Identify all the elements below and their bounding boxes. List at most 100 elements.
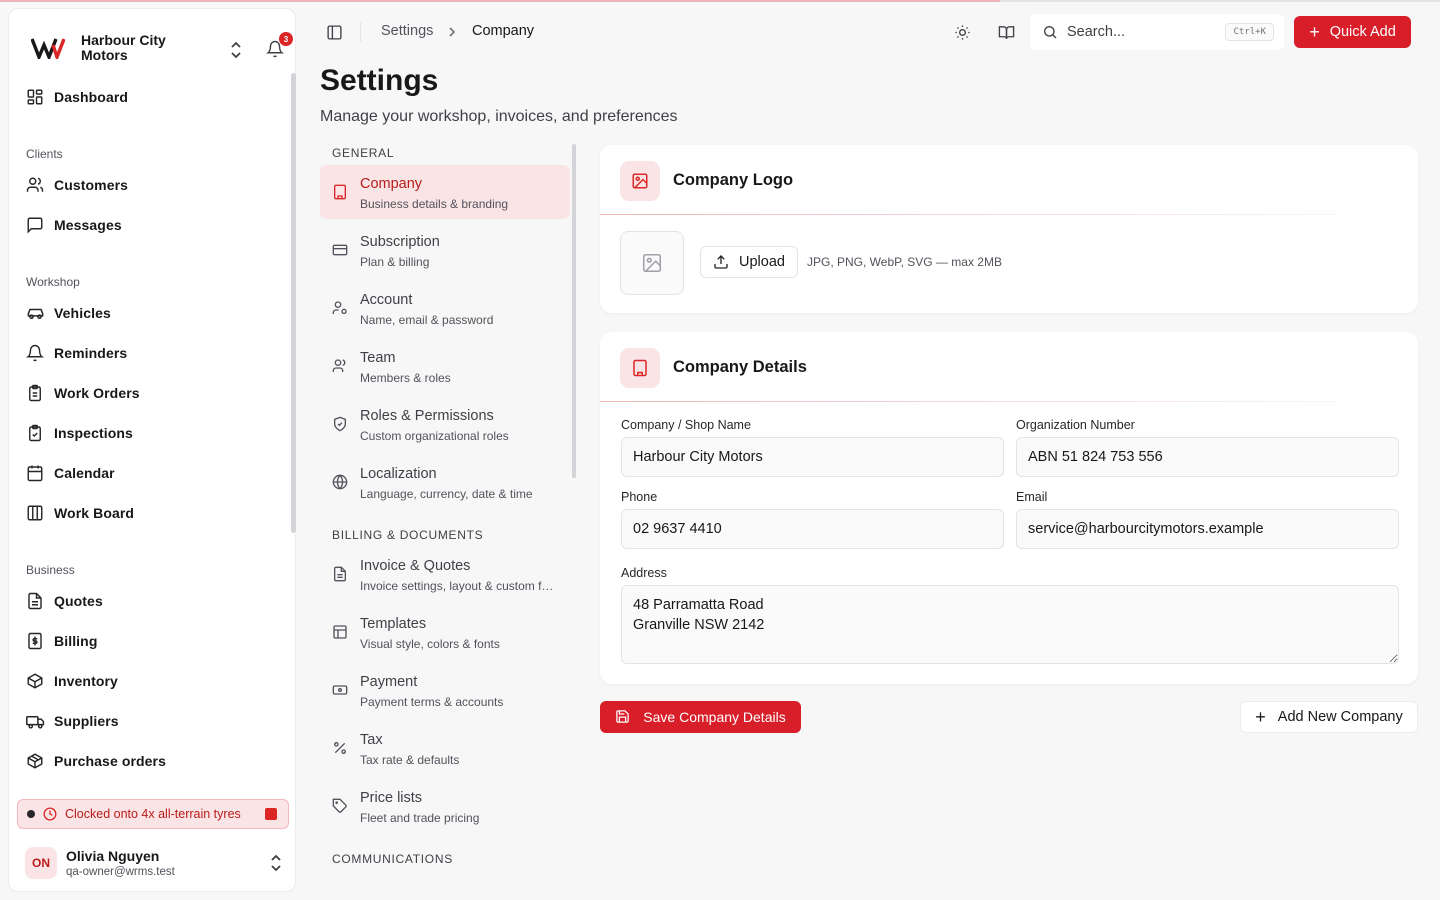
address-field[interactable]: 48 Parramatta Road Granville NSW 2142 (621, 585, 1399, 664)
status-dot (27, 810, 35, 818)
sidebar-item-quotes[interactable]: Quotes (25, 584, 287, 618)
sidebar-item-label: Billing (54, 633, 98, 649)
org-number-label: Organization Number (1016, 418, 1135, 432)
settings-nav-payment[interactable]: Payment Payment terms & accounts (320, 663, 570, 717)
chevrons-up-down-icon[interactable] (225, 39, 247, 61)
settings-nav-price-lists[interactable]: Price lists Fleet and trade pricing (320, 779, 570, 833)
settings-nav-team[interactable]: Team Members & roles (320, 339, 570, 393)
sidebar-toggle-icon[interactable] (324, 22, 344, 42)
search-input[interactable]: Search... Ctrl+K (1030, 14, 1284, 50)
settings-nav-roles-permissions[interactable]: Roles & Permissions Custom organizationa… (320, 397, 570, 451)
settings-group-heading: GENERAL (332, 146, 395, 160)
clock-icon (43, 807, 57, 821)
settings-nav-subtitle: Custom organizational roles (360, 429, 509, 443)
settings-nav-invoice-quotes[interactable]: Invoice & Quotes Invoice settings, layou… (320, 547, 570, 601)
settings-nav-subtitle: Business details & branding (360, 197, 509, 211)
image-icon (620, 161, 660, 201)
settings-nav-company[interactable]: Company Business details & branding (320, 165, 570, 219)
company-logo-card: Company Logo Upload JPG, PNG, WebP, SVG … (600, 145, 1418, 313)
quick-add-button[interactable]: + Quick Add (1294, 16, 1411, 48)
percent-icon (332, 740, 348, 756)
sidebar-item-billing[interactable]: Billing (25, 624, 287, 658)
breadcrumb-settings[interactable]: Settings (381, 23, 433, 39)
car-icon (25, 303, 45, 323)
settings-nav-title: Subscription (360, 234, 440, 250)
address-label: Address (621, 566, 667, 580)
avatar: ON (25, 847, 57, 879)
upload-label: Upload (739, 254, 785, 270)
banknote-icon (332, 682, 348, 698)
settings-group-heading: COMMUNICATIONS (332, 852, 453, 866)
settings-nav-subtitle: Members & roles (360, 371, 451, 385)
settings-nav-subtitle: Plan & billing (360, 255, 430, 269)
sidebar-item-purchase-orders[interactable]: Purchase orders (25, 744, 287, 778)
docs-book-icon[interactable] (996, 22, 1016, 42)
settings-nav-subtitle: Invoice settings, layout & custom fields (360, 579, 556, 593)
sidebar-item-label: Messages (54, 217, 122, 233)
sidebar-item-inventory[interactable]: Inventory (25, 664, 287, 698)
settings-nav-subtitle: Visual style, colors & fonts (360, 637, 500, 651)
search-icon (1042, 24, 1058, 40)
sidebar-item-work-orders[interactable]: Work Orders (25, 376, 287, 410)
company-name-field[interactable] (621, 437, 1004, 477)
settings-group-heading: BILLING & DOCUMENTS (332, 528, 484, 542)
settings-nav-subscription[interactable]: Subscription Plan & billing (320, 223, 570, 277)
save-label: Save Company Details (643, 709, 786, 725)
email-field[interactable] (1016, 509, 1399, 549)
plus-icon: + (1255, 707, 1266, 727)
brand-name: Harbour City Motors (81, 32, 166, 63)
sidebar-item-customers[interactable]: Customers (25, 168, 287, 202)
building-icon (620, 348, 660, 388)
settings-nav-tax[interactable]: Tax Tax rate & defaults (320, 721, 570, 775)
brand-switcher[interactable]: Harbour City Motors 3 (31, 25, 293, 71)
sidebar-item-label: Inventory (54, 673, 118, 689)
brand-logo-icon (31, 34, 67, 62)
settings-nav-title: Team (360, 350, 396, 366)
theme-toggle-sun-icon[interactable] (952, 22, 972, 42)
upload-button[interactable]: Upload (700, 246, 798, 278)
credit-card-icon (332, 242, 348, 258)
clipboard-icon (25, 383, 45, 403)
chevron-right-icon (447, 22, 461, 42)
email-label: Email (1016, 490, 1048, 504)
sidebar-section-business: Business (26, 563, 75, 577)
sidebar-item-reminders[interactable]: Reminders (25, 336, 287, 370)
clock-banner[interactable]: Clocked onto 4x all-terrain tyres (17, 799, 289, 829)
settings-nav-localization[interactable]: Localization Language, currency, date & … (320, 455, 570, 509)
sidebar-item-label: Work Board (54, 505, 135, 521)
globe-icon (332, 474, 348, 490)
sidebar-item-vehicles[interactable]: Vehicles (25, 296, 287, 330)
chevrons-up-down-icon[interactable] (265, 852, 287, 874)
sidebar-item-messages[interactable]: Messages (25, 208, 287, 242)
settings-nav-title: Roles & Permissions (360, 408, 494, 424)
sidebar-item-dashboard[interactable]: Dashboard (25, 80, 287, 114)
settings-nav-templates[interactable]: Templates Visual style, colors & fonts (320, 605, 570, 659)
company-details-card: Company Details Company / Shop Name Orga… (600, 332, 1418, 684)
sidebar-item-label: Work Orders (54, 385, 140, 401)
notification-badge: 3 (279, 32, 293, 46)
phone-field[interactable] (621, 509, 1004, 549)
user-email: qa-owner@wrms.test (66, 866, 175, 878)
sidebar-item-suppliers[interactable]: Suppliers (25, 704, 287, 738)
settings-nav-account[interactable]: Account Name, email & password (320, 281, 570, 335)
settings-nav-scrollbar[interactable] (572, 144, 576, 478)
stop-timer-button[interactable] (265, 808, 277, 820)
settings-nav-title: Localization (360, 466, 437, 482)
settings-nav-title: Company (360, 176, 423, 192)
sidebar-item-inspections[interactable]: Inspections (25, 416, 287, 450)
sidebar-item-calendar[interactable]: Calendar (25, 456, 287, 490)
sidebar: Harbour City Motors 3 Dashboard Clients … (8, 8, 296, 892)
card-title: Company Details (673, 358, 807, 376)
sidebar-item-label: Dashboard (54, 89, 129, 105)
tag-icon (332, 798, 348, 814)
search-placeholder: Search... (1067, 24, 1126, 40)
sidebar-item-work-board[interactable]: Work Board (25, 496, 287, 530)
add-new-company-button[interactable]: + Add New Company (1240, 701, 1418, 733)
settings-nav-title: Payment (360, 674, 418, 690)
sidebar-item-label: Inspections (54, 425, 133, 441)
org-number-field[interactable] (1016, 437, 1399, 477)
save-company-details-button[interactable]: Save Company Details (600, 701, 801, 733)
user-menu[interactable]: ON Olivia Nguyen qa-owner@wrms.test (25, 843, 287, 883)
notifications-button[interactable]: 3 (263, 32, 293, 61)
sidebar-scrollbar[interactable] (291, 73, 296, 533)
